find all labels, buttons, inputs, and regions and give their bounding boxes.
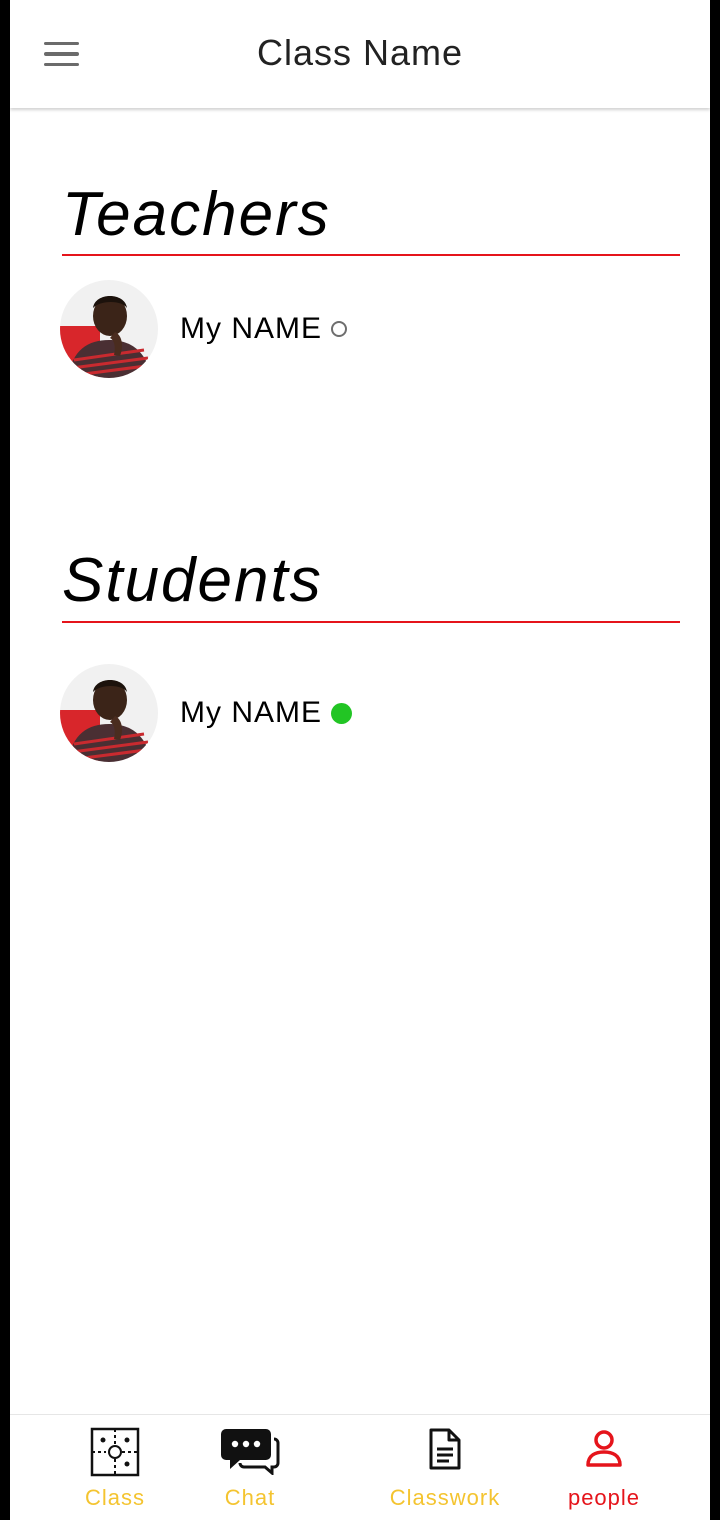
bottom-navigation: Class Chat Classwork people xyxy=(10,1414,710,1520)
document-icon xyxy=(427,1427,463,1476)
offline-status-icon xyxy=(331,321,347,337)
teacher-name: My NAME xyxy=(180,312,322,345)
app-screen: Class Name Teachers My NAME Students My … xyxy=(10,0,710,1520)
nav-item-chat[interactable]: Chat xyxy=(200,1415,300,1520)
online-status-icon xyxy=(331,702,352,724)
puzzle-icon xyxy=(90,1427,140,1482)
teacher-list-item[interactable]: My NAME xyxy=(60,280,347,378)
nav-label-people: people xyxy=(567,1485,641,1510)
nav-label-class: Class xyxy=(84,1485,145,1510)
teachers-heading: Teachers xyxy=(62,180,331,249)
teachers-divider xyxy=(62,254,680,256)
avatar xyxy=(60,664,158,762)
chat-bubbles-icon xyxy=(220,1427,280,1480)
person-icon xyxy=(584,1427,624,1476)
nav-label-chat: Chat xyxy=(224,1485,276,1510)
top-app-bar: Class Name xyxy=(10,0,710,108)
students-heading: Students xyxy=(62,546,323,615)
nav-item-classwork[interactable]: Classwork xyxy=(380,1415,510,1520)
nav-item-class[interactable]: Class xyxy=(55,1415,175,1520)
student-name: My NAME xyxy=(180,696,322,729)
avatar xyxy=(60,280,158,378)
nav-label-classwork: Classwork xyxy=(389,1485,501,1510)
page-title: Class Name xyxy=(256,32,464,73)
nav-item-people[interactable]: people xyxy=(554,1415,654,1520)
students-divider xyxy=(62,621,680,623)
student-list-item[interactable]: My NAME xyxy=(60,664,352,762)
